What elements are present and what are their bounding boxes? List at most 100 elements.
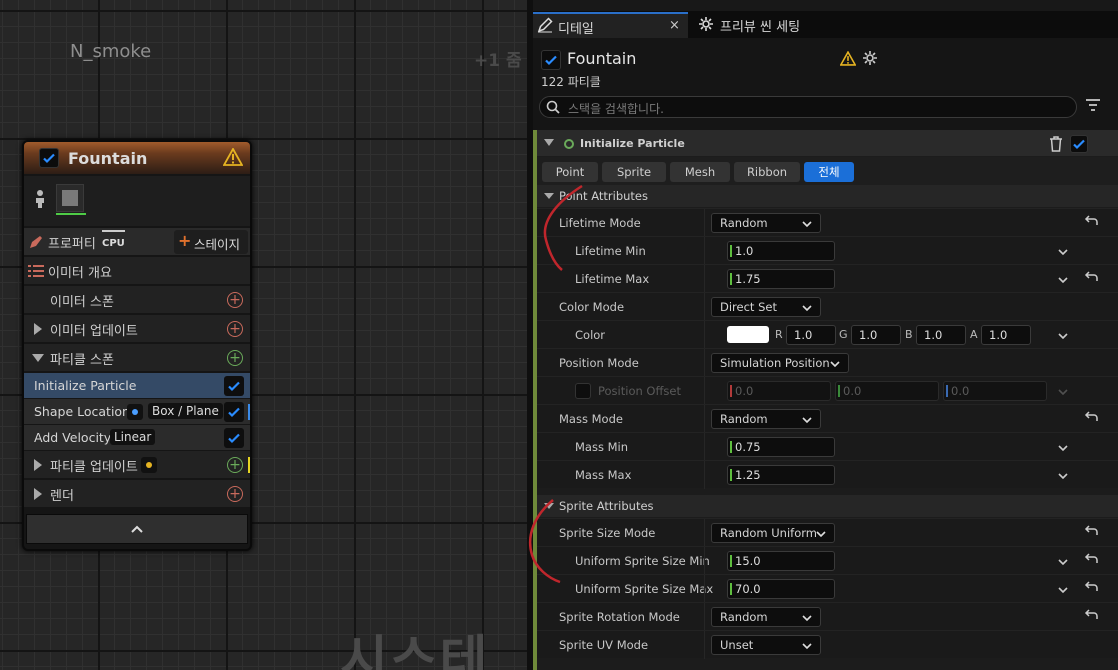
module-shape-location[interactable]: Shape Location Box / Plane: [24, 399, 250, 425]
sprite-size-mode-dropdown[interactable]: Random Uniform: [711, 523, 835, 543]
emitter-summary-row[interactable]: 이미터 개요: [24, 257, 250, 285]
stage-button[interactable]: + 스테이지: [174, 230, 248, 254]
chevron-down-icon[interactable]: [1058, 441, 1068, 455]
render-label: 렌더: [50, 489, 74, 504]
emitter-spawn-row[interactable]: 이미터 스폰 +: [24, 286, 250, 314]
lifetime-max-field[interactable]: 1.75: [727, 269, 835, 289]
module-enable-checkbox[interactable]: [224, 428, 244, 448]
sprite-rotation-mode-dropdown[interactable]: Random: [711, 607, 821, 627]
collapse-arrow-icon[interactable]: [544, 139, 554, 146]
filter-all-button[interactable]: 전체: [804, 162, 854, 182]
mass-mode-dropdown[interactable]: Random: [711, 409, 821, 429]
section-title: Initialize Particle: [580, 137, 685, 150]
add-module-icon[interactable]: +: [227, 350, 243, 366]
emitter-enable-checkbox[interactable]: [541, 50, 561, 70]
gear-icon[interactable]: [862, 50, 878, 69]
uniform-size-min-field[interactable]: 15.0: [727, 551, 835, 571]
module-label: Shape Location: [34, 404, 130, 419]
mass-min-field[interactable]: 0.75: [727, 437, 835, 457]
filter-icon[interactable]: [1085, 98, 1101, 115]
color-mode-dropdown[interactable]: Direct Set: [711, 297, 821, 317]
trash-icon[interactable]: [1049, 136, 1063, 155]
reset-arrow-icon[interactable]: [1084, 609, 1098, 624]
prop-position-mode: Position Mode Simulation Position: [537, 348, 1118, 377]
sprite-uv-mode-dropdown[interactable]: Unset: [711, 635, 821, 655]
add-module-icon[interactable]: +: [227, 486, 243, 502]
warning-icon[interactable]: [222, 147, 244, 169]
lifetime-min-field[interactable]: 1.0: [727, 241, 835, 261]
mass-max-field[interactable]: 1.25: [727, 465, 835, 485]
prop-label: Lifetime Max: [575, 272, 650, 286]
module-enable-checkbox[interactable]: [224, 402, 244, 422]
close-icon[interactable]: ×: [669, 18, 680, 33]
expand-arrow-icon[interactable]: [34, 459, 42, 471]
position-offset-z-field[interactable]: 0.0: [943, 381, 1047, 401]
category-point-attributes[interactable]: Point Attributes: [537, 185, 1118, 207]
position-offset-checkbox[interactable]: [575, 383, 591, 399]
search-input[interactable]: 스택을 검색합니다.: [539, 96, 1077, 118]
add-module-icon[interactable]: +: [227, 321, 243, 337]
graph-title: N_smoke: [70, 41, 152, 62]
search-placeholder: 스택을 검색합니다.: [568, 102, 664, 116]
sprite-thumbnail[interactable]: [56, 184, 84, 212]
collapse-arrow-icon[interactable]: [32, 354, 44, 362]
node-enable-checkbox[interactable]: [39, 148, 59, 168]
chevron-down-icon[interactable]: [1058, 555, 1068, 569]
node-properties-row[interactable]: 프로퍼티 CPU + 스테이지: [24, 228, 250, 256]
tab-details[interactable]: 디테일 ×: [533, 12, 688, 38]
color-g-field[interactable]: 1.0: [851, 325, 901, 345]
reset-arrow-icon[interactable]: [1084, 581, 1098, 596]
chevron-down-icon[interactable]: [1058, 583, 1068, 597]
add-module-icon[interactable]: +: [227, 292, 243, 308]
collapse-arrow-icon[interactable]: [544, 193, 554, 199]
warning-icon[interactable]: [839, 50, 857, 69]
filter-ribbon-button[interactable]: Ribbon: [734, 162, 800, 182]
prop-label: Mass Mode: [559, 412, 623, 426]
add-module-icon[interactable]: +: [227, 457, 243, 473]
collapse-node-button[interactable]: [26, 514, 248, 544]
particle-update-row[interactable]: 파티클 업데이트 +: [24, 451, 250, 479]
chevron-down-icon[interactable]: [1058, 245, 1068, 259]
uniform-size-max-field[interactable]: 70.0: [727, 579, 835, 599]
prop-sprite-uv-mode: Sprite UV Mode Unset: [537, 630, 1118, 659]
category-sprite-attributes[interactable]: Sprite Attributes: [537, 495, 1118, 517]
color-a-field[interactable]: 1.0: [981, 325, 1031, 345]
filter-sprite-button[interactable]: Sprite: [602, 162, 666, 182]
collapse-arrow-icon[interactable]: [544, 503, 554, 509]
reset-arrow-icon[interactable]: [1084, 525, 1098, 540]
expand-arrow-icon[interactable]: [34, 323, 42, 335]
position-mode-dropdown[interactable]: Simulation Position: [711, 353, 849, 373]
render-row[interactable]: 렌더 +: [24, 480, 250, 508]
module-initialize-particle[interactable]: Initialize Particle: [24, 373, 250, 399]
emitter-node[interactable]: Fountain 프로퍼티 CPU + 스테이지 이미터 개요 이미터 스폰 +…: [22, 140, 252, 551]
lifetime-mode-dropdown[interactable]: Random: [711, 213, 821, 233]
chevron-down-icon[interactable]: [1058, 273, 1068, 287]
color-b-field[interactable]: 1.0: [916, 325, 966, 345]
module-add-velocity[interactable]: Add Velocity Linear: [24, 425, 250, 451]
chevron-down-icon[interactable]: [1058, 385, 1068, 399]
chevron-down-icon[interactable]: [1058, 469, 1068, 483]
prop-label: Position Offset: [598, 384, 681, 398]
graph-watermark: 시스테: [340, 631, 490, 670]
position-offset-x-field[interactable]: 0.0: [727, 381, 831, 401]
emitter-update-row[interactable]: 이미터 업데이트 +: [24, 315, 250, 343]
color-swatch[interactable]: [727, 326, 769, 343]
prop-label: Color Mode: [559, 300, 625, 314]
particle-spawn-row[interactable]: 파티클 스폰 +: [24, 344, 250, 372]
filter-point-button[interactable]: Point: [542, 162, 598, 182]
pencil-icon: [28, 234, 44, 253]
module-enable-checkbox[interactable]: [224, 376, 244, 396]
reset-arrow-icon[interactable]: [1084, 271, 1098, 286]
filter-mesh-button[interactable]: Mesh: [670, 162, 730, 182]
module-enable-checkbox[interactable]: [1070, 135, 1088, 153]
reset-arrow-icon[interactable]: [1084, 215, 1098, 230]
emitter-graph[interactable]: N_smoke +1 줌 시스테 Fountain 프로퍼티 CPU + 스테이…: [0, 0, 527, 670]
expand-arrow-icon[interactable]: [34, 488, 42, 500]
reset-arrow-icon[interactable]: [1084, 411, 1098, 426]
chevron-down-icon[interactable]: [1058, 329, 1068, 343]
prop-uniform-sprite-size-min: Uniform Sprite Size Min 15.0: [537, 546, 1118, 575]
prop-lifetime-mode: Lifetime Mode Random: [537, 208, 1118, 237]
reset-arrow-icon[interactable]: [1084, 553, 1098, 568]
color-r-field[interactable]: 1.0: [786, 325, 836, 345]
position-offset-y-field[interactable]: 0.0: [835, 381, 939, 401]
